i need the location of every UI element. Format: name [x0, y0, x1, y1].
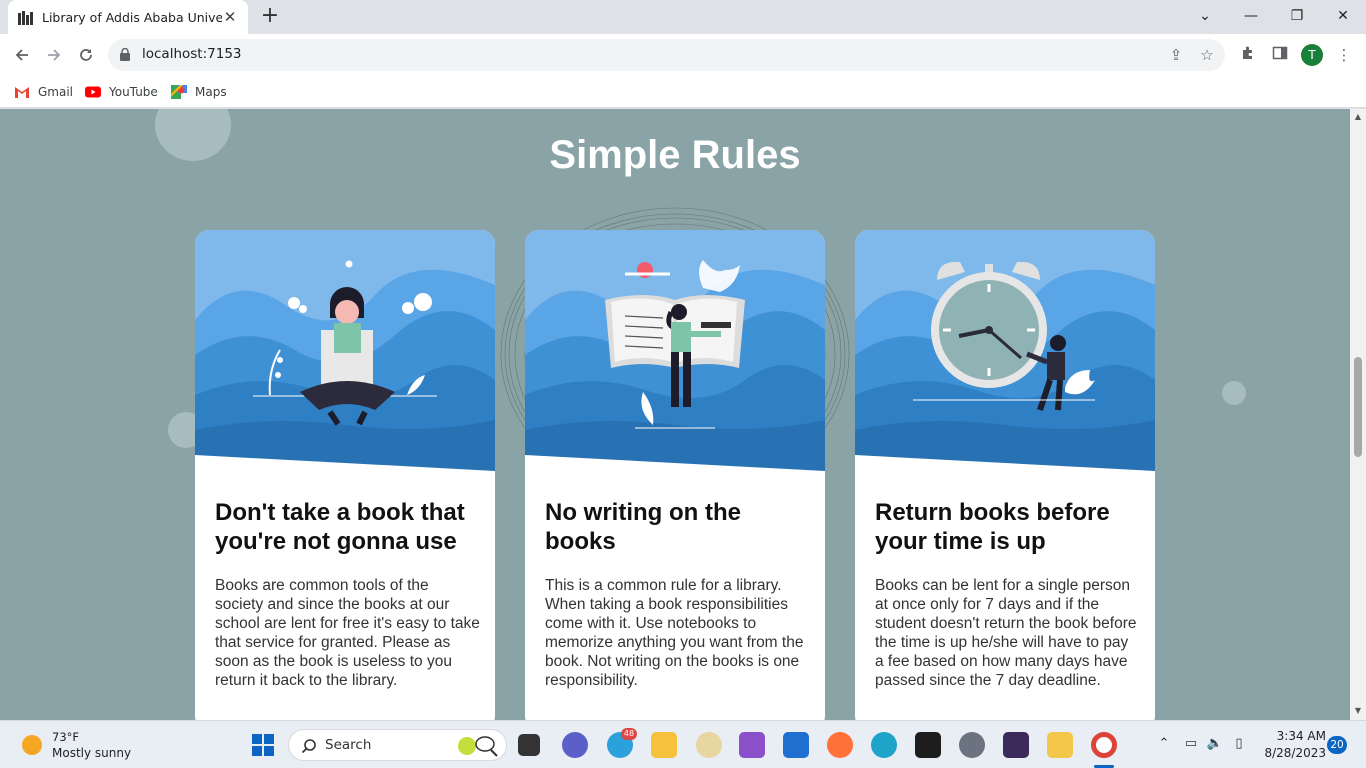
telegram-icon[interactable]: 48 — [607, 728, 637, 758]
taskbar-search[interactable]: Search — [288, 729, 507, 761]
reload-icon — [80, 49, 92, 61]
tab-close-icon[interactable]: ✕ — [222, 8, 238, 26]
youtube-icon — [85, 86, 101, 98]
chrome-icon[interactable] — [1091, 732, 1117, 758]
bookmark-label: YouTube — [109, 85, 158, 99]
notification-count-badge[interactable]: 20 — [1327, 736, 1347, 754]
bookmark-label: Maps — [195, 85, 227, 99]
browser-toolbar: localhost:7153 ⇪ ☆ T ⋮ — [0, 34, 1366, 76]
decorative-bubble — [1222, 381, 1246, 405]
search-icon — [301, 739, 316, 754]
tab-strip: Library of Addis Ababa University ✕ + ⌄ … — [0, 0, 1366, 34]
edge-icon[interactable] — [871, 732, 897, 758]
weather-temperature: 73°F — [52, 730, 79, 744]
search-label: Search — [325, 737, 372, 753]
card-text: This is a common rule for a library. Whe… — [545, 577, 804, 689]
rule-card: No writing on the books This is a common… — [525, 230, 825, 720]
url-text: localhost:7153 — [142, 46, 242, 62]
card-title: Don't take a book that you're not gonna … — [215, 499, 465, 555]
teams-chat-icon[interactable] — [562, 732, 588, 758]
minimize-button[interactable]: — — [1228, 0, 1274, 32]
clock-date[interactable]: 8/28/2023 — [1256, 746, 1326, 760]
microsoft-store-icon[interactable] — [783, 732, 809, 758]
card-title: No writing on the books — [545, 499, 741, 555]
woman-with-alarm-clock-illustration — [855, 230, 1155, 472]
back-arrow-icon — [15, 49, 28, 61]
card-title: Return books before your time is up — [875, 499, 1110, 555]
new-tab-button[interactable]: + — [258, 4, 282, 30]
address-bar[interactable]: localhost:7153 ⇪ ☆ — [108, 39, 1225, 71]
kotlin-app-icon[interactable] — [915, 732, 941, 758]
back-button[interactable] — [8, 41, 36, 69]
tool-app-icon[interactable] — [696, 732, 722, 758]
reload-button[interactable] — [72, 41, 100, 69]
visual-studio-icon[interactable] — [739, 732, 765, 758]
menu-kebab-icon[interactable]: ⋮ — [1334, 45, 1354, 65]
card-text: Books are common tools of the society an… — [215, 577, 480, 689]
section-title: Simple Rules — [549, 133, 801, 177]
close-window-button[interactable]: ✕ — [1320, 0, 1366, 32]
card-text: Books can be lent for a single person at… — [875, 577, 1137, 689]
windows-taskbar: 73°F Mostly sunny Search 48 ⌃ ▭ 🔈 ▯ 3:34… — [0, 720, 1366, 768]
display-icon[interactable]: ▭ — [1182, 735, 1200, 753]
share-icon[interactable]: ⇪ — [1167, 46, 1185, 64]
file-explorer-icon[interactable] — [651, 732, 677, 758]
settings-gear-icon[interactable] — [959, 732, 985, 758]
woman-reading-illustration — [195, 230, 495, 472]
browser-tab[interactable]: Library of Addis Ababa University ✕ — [8, 0, 248, 34]
rule-card: Return books before your time is up Book… — [855, 230, 1155, 720]
page-scrollbar[interactable]: ▲ ▼ — [1350, 109, 1366, 720]
side-panel-icon[interactable] — [1270, 45, 1290, 65]
bookmark-label: Gmail — [38, 85, 74, 99]
windows-start-icon[interactable] — [252, 734, 274, 756]
bookmark-star-icon[interactable]: ☆ — [1198, 46, 1216, 64]
terminal-icon[interactable] — [1003, 732, 1029, 758]
profile-avatar[interactable]: T — [1301, 44, 1323, 66]
clock-time[interactable]: 3:34 AM — [1266, 729, 1326, 743]
tab-search-button[interactable]: ⌄ — [1182, 0, 1228, 32]
forward-arrow-icon — [48, 49, 61, 61]
bookmark-youtube[interactable]: YouTube — [85, 82, 158, 102]
lock-icon — [120, 48, 130, 61]
paint-app-icon[interactable] — [1047, 732, 1073, 758]
woman-with-giant-book-illustration — [525, 230, 825, 472]
speaker-volume-icon[interactable]: 🔈 — [1206, 735, 1224, 753]
gmail-icon — [15, 87, 29, 98]
tennis-racket-icon — [458, 736, 498, 757]
bookmark-gmail[interactable]: Gmail — [14, 82, 73, 102]
bookmark-maps[interactable]: Maps — [171, 82, 227, 102]
library-favicon-icon — [18, 9, 34, 25]
rule-card: Don't take a book that you're not gonna … — [195, 230, 495, 720]
extensions-puzzle-icon[interactable] — [1238, 45, 1258, 65]
sun-weather-icon — [22, 735, 42, 755]
forward-button[interactable] — [40, 41, 68, 69]
restore-button[interactable]: ❐ — [1274, 0, 1320, 32]
scroll-up-arrow-icon[interactable]: ▲ — [1353, 112, 1363, 122]
firefox-icon[interactable] — [827, 732, 853, 758]
maps-icon — [171, 85, 187, 99]
battery-icon[interactable]: ▯ — [1230, 735, 1248, 753]
show-hidden-icons-chevron-icon[interactable]: ⌃ — [1155, 735, 1173, 753]
scrollbar-thumb[interactable] — [1354, 357, 1362, 457]
telegram-badge: 48 — [621, 728, 637, 740]
weather-description: Mostly sunny — [52, 746, 132, 760]
bookmarks-bar: Gmail YouTube Maps — [0, 76, 1366, 108]
scroll-down-arrow-icon[interactable]: ▼ — [1353, 706, 1363, 716]
task-view-icon[interactable] — [518, 734, 540, 756]
page-viewport: Simple Rules Don't take a book that you'… — [0, 109, 1350, 720]
tab-title: Library of Addis Ababa University — [42, 9, 222, 25]
